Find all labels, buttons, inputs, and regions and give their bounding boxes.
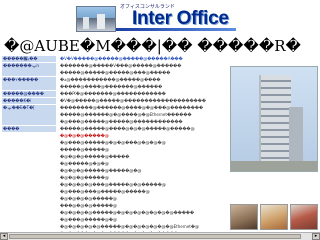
field-value[interactable]: �V�V�����@�����@�����@�����A��� (58, 56, 223, 62)
field-value: �@���@�����@�@�@���@�@�@�@ (60, 140, 166, 145)
field-label: �ݔ��E�T�[ (2, 105, 56, 125)
field-value: �ԁ@�����������@�����@���� (60, 77, 161, 82)
field-value: ��������@������@����@�@���@�������� (60, 105, 204, 110)
field-value: �����@����@�������@������ (60, 84, 163, 89)
logo-title: Inter Office (132, 8, 229, 29)
field-value: �@�@�@�����@ (60, 133, 109, 138)
site-logo[interactable]: オフィスコンサルランド Inter Office (76, 2, 236, 32)
field-value: �@�@�@�@�@�����@�@�@�@�@�@�@Ethernet�@ (60, 224, 199, 229)
thumbnail-photo[interactable] (230, 204, 258, 230)
horizontal-scrollbar[interactable]: ◂ ▸ (0, 232, 320, 240)
field-value: �����@������@�@����@�@Ethernet������ (60, 112, 192, 117)
field-value: ���@�@�@�����@ (60, 203, 118, 208)
label-spacer (2, 133, 56, 238)
field-value: �V�@�����@�����@�������������������� (60, 98, 206, 103)
field-value: �@�����@�@�@ (60, 161, 109, 166)
value-column: �V�V�����@�����@�����@�����A��� �������@�… (58, 56, 223, 238)
field-label: �����K�i (2, 98, 56, 104)
field-value: �@�@�@�����@����� (60, 154, 130, 159)
field-value: �@���@�����@�����@������������ (60, 119, 183, 124)
field-label: ���� (2, 126, 56, 132)
field-value: �������@�����V���@�����@������ (60, 63, 182, 68)
field-value: �@�@�@�@�����@�@�@�@�@�@�@�@����� (60, 210, 195, 215)
field-label: �����@���� (2, 91, 56, 97)
label-column: �����ڍ׏�� �������ݒn ���ʏ����� �����@���� ���… (2, 56, 56, 238)
building-shape (259, 75, 291, 171)
field-value: �����@�����@�����@���@����� (60, 70, 171, 75)
thumbnail-photo[interactable] (290, 204, 318, 230)
field-label: �����ڍ׏�� (2, 56, 56, 62)
field-value: �@�@�@�����@ (60, 175, 109, 180)
logo-underline (116, 28, 236, 31)
arrow-right-icon[interactable]: ▸ (312, 233, 320, 240)
field-value: �@�@�@�@�����@ (60, 196, 117, 201)
field-label: �������ݒn (2, 63, 56, 76)
field-value: �@���@���@�����@�����@ (60, 189, 150, 194)
field-value: �@�@�@�@���@�����@�@�����@ (60, 182, 166, 187)
ground-shape (231, 161, 317, 171)
building-photo[interactable] (230, 66, 318, 172)
photo-thumbnails (230, 204, 318, 230)
field-value: �@�@�@�����@�����@�@ (60, 168, 142, 173)
site-header: オフィスコンサルランド Inter Office (0, 0, 320, 34)
field-value: �@���@�����@�@ (60, 217, 118, 222)
field-value: �����@�����@ (60, 147, 110, 152)
field-value: �����@�����@����@�@�@�����@�����@ (60, 126, 195, 131)
arrow-left-icon[interactable]: ◂ (0, 233, 8, 240)
field-label: ���ʏ����� (2, 77, 56, 90)
page-title: �@AUBE�M���|�� �����R� (4, 37, 301, 55)
thumbnail-photo[interactable] (260, 204, 288, 230)
property-details: �����ڍ׏�� �������ݒn ���ʏ����� �����@���� ���… (2, 56, 318, 236)
logo-photo (76, 6, 116, 32)
scrollbar-thumb[interactable] (9, 234, 301, 239)
field-value: ���Ԗ�@�������@������������ (60, 91, 166, 96)
